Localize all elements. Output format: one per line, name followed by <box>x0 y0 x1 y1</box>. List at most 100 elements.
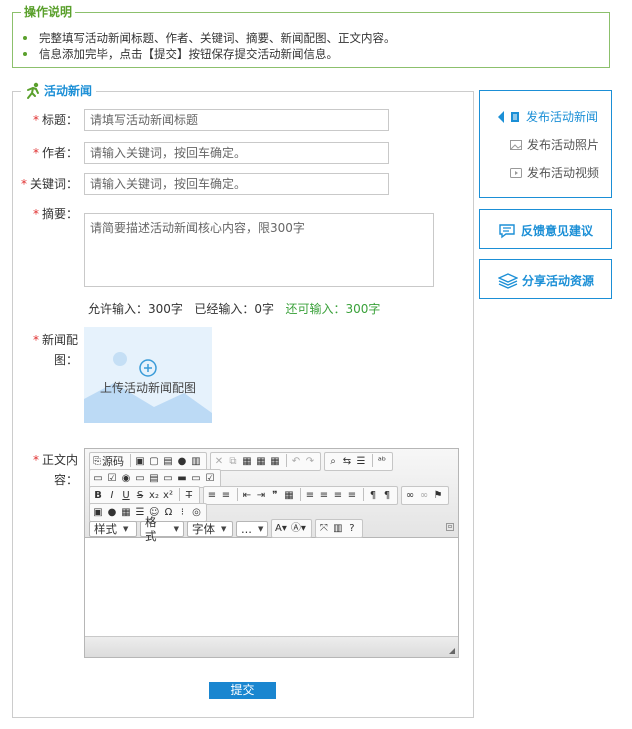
share-link[interactable]: 分享活动资源 <box>498 272 594 289</box>
outdent-icon[interactable]: ⇤ <box>241 488 253 503</box>
source-button[interactable]: ⎘ 源码 <box>92 454 125 469</box>
table-icon[interactable]: ▦ <box>120 505 132 520</box>
chevron-down-icon: ▼ <box>221 524 227 533</box>
chevron-down-icon: ▼ <box>257 524 264 533</box>
keywords-input[interactable] <box>84 173 389 195</box>
layers-icon <box>498 272 518 289</box>
ltr-icon[interactable]: ¶ <box>367 488 379 503</box>
instruction-item: 完整填写活动新闻标题、作者、关键词、摘要、新闻配图、正文内容。 <box>23 30 396 46</box>
size-combo[interactable]: ... ▼ <box>236 520 268 537</box>
show-blocks-icon[interactable]: ▥ <box>332 521 344 536</box>
cut-icon[interactable]: ✕ <box>213 454 225 469</box>
image-icon[interactable]: ▣ <box>92 505 104 520</box>
editor-toolbar: ⎘ 源码 ▣ ▢ ▤ ● ▥ ✕ ⧉ ▦ ▦ ▦ ↶ ↷ ⌕ ⇆ ☰ ᵃᵇ ▭ … <box>85 449 458 543</box>
publish-menu: 发布活动新闻 发布活动照片 发布活动视频 <box>479 90 612 198</box>
div-icon[interactable]: ▦ <box>283 488 295 503</box>
print-icon[interactable]: ● <box>176 454 188 469</box>
upload-text: 上传活动新闻配图 <box>99 381 196 395</box>
keywords-label: * 关键词： <box>20 177 78 191</box>
align-center-icon[interactable]: ≡ <box>318 488 330 503</box>
resize-handle-icon[interactable] <box>449 648 455 654</box>
text-color-icon[interactable]: A▾ <box>274 521 288 536</box>
image-label: * 新闻配 图： <box>32 333 78 367</box>
radio-icon[interactable]: ◉ <box>120 471 132 486</box>
indent-icon[interactable]: ⇥ <box>255 488 267 503</box>
title-input[interactable] <box>84 109 389 131</box>
blockquote-icon[interactable]: ❞ <box>269 488 281 503</box>
remove-format-icon[interactable]: T̶ <box>183 488 195 503</box>
flash-icon[interactable]: ● <box>106 505 118 520</box>
landscape-placeholder-icon <box>84 352 212 423</box>
author-input[interactable] <box>84 142 389 164</box>
new-page-icon[interactable]: ▢ <box>148 454 160 469</box>
find-icon[interactable]: ⌕ <box>327 454 339 469</box>
sidebar-item-publish-video[interactable]: 发布活动视频 <box>510 165 599 181</box>
underline-icon[interactable]: U <box>120 488 132 503</box>
collapse-toolbar-icon[interactable]: ▫ <box>446 523 454 531</box>
numbered-list-icon[interactable]: ≡ <box>206 488 218 503</box>
chevron-down-icon: ▼ <box>123 524 129 533</box>
bullet-icon <box>23 52 27 56</box>
undo-icon[interactable]: ↶ <box>290 454 302 469</box>
feedback-box[interactable]: 反馈意见建议 <box>479 209 612 249</box>
caret-left-icon <box>498 111 504 123</box>
summary-label: * 摘要： <box>32 207 78 221</box>
button-icon[interactable]: ▬ <box>176 471 188 486</box>
template-icon[interactable]: ▥ <box>190 454 202 469</box>
italic-icon[interactable]: I <box>106 488 118 503</box>
video-icon <box>510 168 522 178</box>
link-icon[interactable]: ∞ <box>404 488 416 503</box>
strike-icon[interactable]: S <box>134 488 146 503</box>
rich-text-editor: ⎘ 源码 ▣ ▢ ▤ ● ▥ ✕ ⧉ ▦ ▦ ▦ ↶ ↷ ⌕ ⇆ ☰ ᵃᵇ ▭ … <box>84 448 459 658</box>
save-icon[interactable]: ▣ <box>134 454 146 469</box>
textfield-icon[interactable]: ▭ <box>134 471 146 486</box>
summary-textarea[interactable] <box>84 213 434 287</box>
superscript-icon[interactable]: x² <box>162 488 174 503</box>
help-icon[interactable]: ? <box>346 521 358 536</box>
font-combo[interactable]: 字体 ▼ <box>187 520 233 537</box>
maximize-icon[interactable]: ⤧ <box>318 521 330 536</box>
share-box[interactable]: 分享活动资源 <box>479 259 612 299</box>
bold-icon[interactable]: B <box>92 488 104 503</box>
iframe-icon[interactable]: ◎ <box>190 505 202 520</box>
anchor-icon[interactable]: ⚑ <box>432 488 444 503</box>
sidebar-item-publish-news[interactable]: 发布活动新闻 <box>498 109 598 125</box>
redo-icon[interactable]: ↷ <box>304 454 316 469</box>
unlink-icon[interactable]: ∞ <box>418 488 430 503</box>
hiddenfield-icon[interactable]: ☑ <box>204 471 216 486</box>
paste-text-icon[interactable]: ▦ <box>255 454 267 469</box>
feedback-link[interactable]: 反馈意见建议 <box>498 222 593 239</box>
pagebreak-icon[interactable]: ⁝ <box>176 505 188 520</box>
submit-button[interactable]: 提交 <box>209 682 276 699</box>
format-combo[interactable]: 格式 ▼ <box>140 515 184 543</box>
bg-color-icon[interactable]: Ⓐ▾ <box>290 521 307 536</box>
char-counter: 允许输入：300字 已经输入：0字 还可输入：300字 <box>88 302 381 316</box>
author-label: * 作者： <box>32 146 78 160</box>
textarea-icon[interactable]: ▤ <box>148 471 160 486</box>
image-upload[interactable]: 上传活动新闻配图 <box>84 327 212 423</box>
photo-icon <box>510 140 522 150</box>
sidebar-item-publish-photos[interactable]: 发布活动照片 <box>510 137 599 153</box>
select-icon[interactable]: ▭ <box>162 471 174 486</box>
copy-icon[interactable]: ⧉ <box>227 454 239 469</box>
imagebutton-icon[interactable]: ▭ <box>190 471 202 486</box>
form-icon[interactable]: ▭ <box>92 471 104 486</box>
instruction-item: 信息添加完毕，点击【提交】按钮保存提交活动新闻信息。 <box>23 46 396 62</box>
paste-icon[interactable]: ▦ <box>241 454 253 469</box>
chevron-down-icon: ▼ <box>173 524 179 533</box>
align-left-icon[interactable]: ≡ <box>304 488 316 503</box>
paste-word-icon[interactable]: ▦ <box>269 454 281 469</box>
subscript-icon[interactable]: x₂ <box>148 488 160 503</box>
bulleted-list-icon[interactable]: ≡ <box>220 488 232 503</box>
preview-icon[interactable]: ▤ <box>162 454 174 469</box>
checkbox-icon[interactable]: ☑ <box>106 471 118 486</box>
spellcheck-icon[interactable]: ᵃᵇ <box>376 454 388 469</box>
align-right-icon[interactable]: ≡ <box>332 488 344 503</box>
justify-icon[interactable]: ≡ <box>346 488 358 503</box>
editor-content-area[interactable] <box>85 538 458 637</box>
select-all-icon[interactable]: ☰ <box>355 454 367 469</box>
styles-combo[interactable]: 样式 ▼ <box>89 520 137 537</box>
source-icon: ⎘ <box>93 456 101 467</box>
replace-icon[interactable]: ⇆ <box>341 454 353 469</box>
rtl-icon[interactable]: ¶ <box>381 488 393 503</box>
